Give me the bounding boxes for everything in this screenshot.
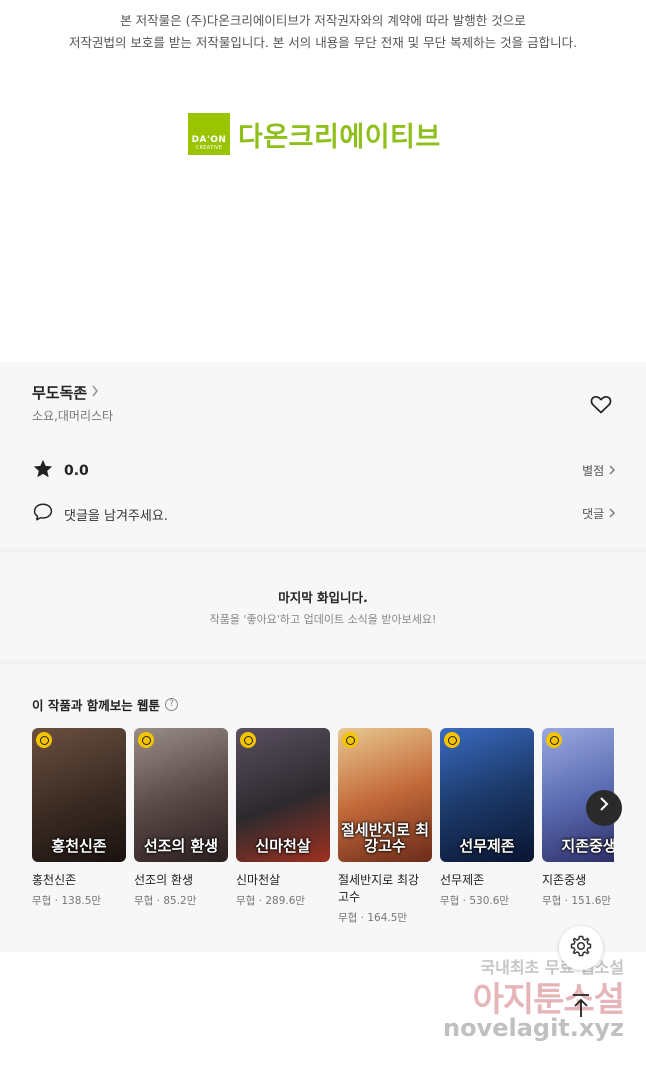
recommendations-list: 홍천신존 홍천신존 무협 · 138.5만 선조의 환생 선조의 환생 무협 ·…	[32, 728, 614, 928]
comment-input-row[interactable]: 댓글을 남겨주세요.	[32, 501, 168, 527]
cover-title: 홍천신존	[51, 837, 107, 855]
logo-mark-text: DA'ON	[191, 135, 227, 145]
recommendation-name: 홍천신존	[32, 873, 77, 887]
comment-prompt: 댓글을 남겨주세요.	[64, 508, 168, 524]
recommendation-cover: 선무제존	[440, 728, 534, 862]
clock-badge-icon	[138, 732, 154, 748]
publisher-logo-mark: DA'ON CREATIVE	[188, 113, 230, 155]
clock-badge-icon	[444, 732, 460, 748]
recommendation-meta: 무협 · 138.5만	[32, 895, 102, 907]
recommendation-meta: 무협 · 164.5만	[338, 912, 408, 924]
clock-badge-icon	[546, 732, 562, 748]
carousel-next-button[interactable]	[586, 790, 622, 826]
recommendation-name: 선조의 환생	[134, 873, 194, 887]
cover-title: 신마천살	[255, 837, 311, 855]
recommendations-header: 이 작품과 함께보는 웹툰 ?	[32, 695, 179, 714]
work-authors: 소요,대머리스타	[32, 409, 114, 423]
last-episode-subtitle: 작품을 '좋아요'하고 업데이트 소식을 받아보세요!	[209, 613, 437, 626]
recommendation-meta: 무협 · 151.6만	[542, 895, 612, 907]
recommendation-item[interactable]: 선무제존 선무제존 무협 · 530.6만	[440, 728, 534, 908]
recommendation-cover: 신마천살	[236, 728, 330, 862]
clock-badge-icon	[240, 732, 256, 748]
comment-link-label: 댓글	[582, 507, 605, 521]
recommendation-item[interactable]: 홍천신존 홍천신존 무협 · 138.5만	[32, 728, 126, 908]
recommendation-meta: 무협 · 85.2만	[134, 895, 197, 907]
last-episode-title: 마지막 화입니다.	[278, 590, 368, 605]
recommendation-meta: 무협 · 289.6만	[236, 895, 306, 907]
copyright-line-1: 본 저작물은 (주)다온크리에이티브가 저작권자와의 계약에 따라 발행한 것으…	[120, 13, 526, 28]
recommendation-name: 지존중생	[542, 873, 587, 887]
work-title: 무도독존	[32, 384, 88, 402]
scroll-to-top-button[interactable]	[559, 986, 603, 1030]
chevron-right-icon	[91, 385, 99, 401]
clock-badge-icon	[342, 732, 358, 748]
speech-bubble-icon	[32, 501, 54, 527]
like-heart-icon[interactable]	[589, 392, 613, 416]
chevron-right-icon	[598, 796, 610, 817]
cover-title: 선조의 환생	[143, 837, 219, 855]
settings-button[interactable]	[559, 926, 603, 970]
publisher-logo-text: 다온크리에이티브	[238, 121, 441, 153]
recommendation-item[interactable]: 절세반지로 최강고수 절세반지로 최강 고수 무협 · 164.5만	[338, 728, 432, 925]
cover-title: 절세반지로 최강고수	[340, 821, 430, 855]
cover-title: 지존중생	[561, 837, 614, 855]
publisher-logo: DA'ON CREATIVE 다온크리에이티브	[188, 112, 441, 156]
recommendation-cover: 홍천신존	[32, 728, 126, 862]
recommendation-cover: 선조의 환생	[134, 728, 228, 862]
copyright-line-2: 저작권법의 보호를 받는 저작물입니다. 본 서의 내용을 무단 전재 및 무단…	[68, 35, 578, 50]
rating-link[interactable]: 별점	[560, 462, 616, 479]
work-title-link[interactable]: 무도독존	[32, 382, 99, 403]
recommendation-item[interactable]: 신마천살 신마천살 무협 · 289.6만	[236, 728, 330, 908]
recommendation-name: 선무제존	[440, 873, 485, 887]
comment-link[interactable]: 댓글	[560, 505, 616, 522]
copyright-notice: 본 저작물은 (주)다온크리에이티브가 저작권자와의 계약에 따라 발행한 것으…	[0, 10, 646, 54]
recommendation-item[interactable]: 선조의 환생 선조의 환생 무협 · 85.2만	[134, 728, 228, 908]
last-episode-card	[0, 552, 646, 660]
recommendation-name: 절세반지로 최강 고수	[338, 873, 420, 904]
logo-mark-subtext: CREATIVE	[195, 145, 223, 151]
recommendation-meta: 무협 · 530.6만	[440, 895, 510, 907]
recommendations-title: 이 작품과 함께보는 웹툰	[32, 698, 161, 713]
recommendation-cover: 절세반지로 최강고수	[338, 728, 432, 862]
help-icon[interactable]: ?	[165, 698, 179, 711]
gear-icon	[569, 934, 593, 962]
cover-title: 선무제존	[459, 837, 515, 855]
recommendation-name: 신마천살	[236, 873, 281, 887]
star-icon	[32, 458, 54, 484]
arrow-up-icon	[570, 993, 592, 1023]
chevron-right-icon	[608, 464, 616, 478]
rating-link-label: 별점	[582, 464, 605, 478]
rating-value: 0.0	[64, 463, 89, 479]
rating-row: 0.0	[32, 458, 89, 484]
clock-badge-icon	[36, 732, 52, 748]
chevron-right-icon	[608, 507, 616, 521]
